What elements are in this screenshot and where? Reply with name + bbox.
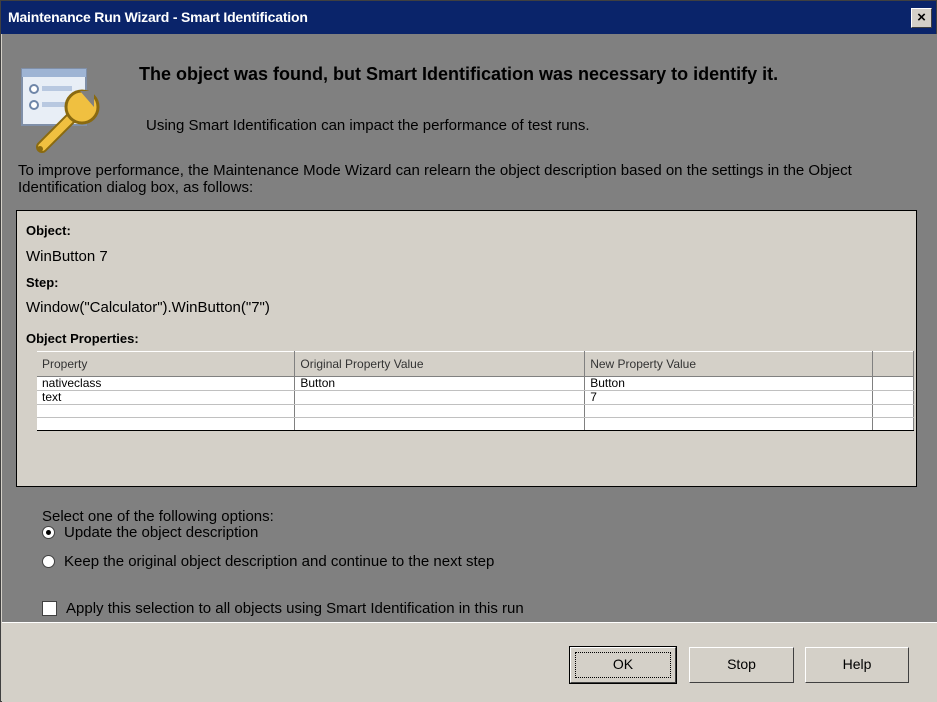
table-cell	[37, 404, 296, 418]
table-cell: text	[37, 390, 296, 405]
table-row[interactable]: text 7	[37, 390, 914, 405]
title-bar[interactable]: Maintenance Run Wizard - Smart Identific…	[1, 1, 936, 34]
table-cell	[294, 404, 586, 418]
table-cell	[294, 390, 586, 405]
table-cell: Button	[584, 376, 874, 391]
dialog-window: Maintenance Run Wizard - Smart Identific…	[0, 0, 937, 702]
object-label: Object:	[26, 223, 71, 238]
table-row[interactable]	[37, 417, 914, 431]
ok-button[interactable]: OK	[569, 646, 677, 684]
step-label: Step:	[26, 275, 59, 290]
stop-button-label: Stop	[727, 656, 756, 672]
table-cell: 7	[584, 390, 874, 405]
header-title: The object was found, but Smart Identifi…	[139, 64, 779, 84]
close-button[interactable]: ×	[911, 8, 932, 28]
apply-to-all-label[interactable]: Apply this selection to all objects usin…	[66, 600, 524, 617]
table-cell	[584, 404, 874, 418]
object-info-panel: Object: WinButton 7 Step: Window("Calcul…	[16, 210, 917, 487]
update-description-label[interactable]: Update the object description	[64, 524, 258, 541]
wrench-settings-icon	[20, 61, 116, 157]
intro-text: To improve performance, the Maintenance …	[18, 162, 852, 196]
object-properties-table[interactable]: Property Original Property Value New Pro…	[37, 351, 914, 431]
table-cell	[584, 417, 874, 431]
table-cell: nativeclass	[37, 376, 296, 391]
table-header-row: Property Original Property Value New Pro…	[37, 351, 914, 377]
apply-to-all-option[interactable]: Apply this selection to all objects usin…	[42, 600, 524, 617]
help-button[interactable]: Help	[805, 647, 909, 683]
object-value: WinButton 7	[26, 248, 108, 265]
window-title: Maintenance Run Wizard - Smart Identific…	[8, 9, 308, 25]
keep-description-label[interactable]: Keep the original object description and…	[64, 553, 494, 570]
table-cell	[872, 376, 914, 391]
update-description-option[interactable]: Update the object description	[42, 524, 258, 541]
update-description-radio[interactable]	[42, 526, 55, 539]
table-cell	[37, 417, 296, 431]
table-cell: Button	[294, 376, 586, 391]
keep-description-radio[interactable]	[42, 555, 55, 568]
keep-description-option[interactable]: Keep the original object description and…	[42, 553, 494, 570]
stop-button[interactable]: Stop	[689, 647, 794, 683]
header-subtitle: Using Smart Identification can impact th…	[146, 117, 590, 134]
column-header-new-value[interactable]: New Property Value	[584, 351, 874, 377]
table-cell	[872, 390, 914, 405]
options-prompt: Select one of the following options:	[42, 508, 274, 525]
step-value: Window("Calculator").WinButton("7")	[26, 299, 270, 316]
table-cell	[294, 417, 586, 431]
column-header-filler	[872, 351, 914, 377]
help-button-label: Help	[842, 656, 872, 672]
focus-rectangle	[575, 652, 671, 678]
column-header-property[interactable]: Property	[37, 351, 296, 377]
table-cell	[872, 417, 914, 431]
table-row[interactable]	[37, 404, 914, 418]
object-properties-label: Object Properties:	[26, 331, 139, 346]
table-row[interactable]: nativeclass Button Button	[37, 376, 914, 391]
column-header-original-value[interactable]: Original Property Value	[294, 351, 586, 377]
wizard-content: The object was found, but Smart Identifi…	[2, 34, 937, 622]
button-bar: OK Stop Help	[2, 622, 937, 702]
apply-to-all-checkbox[interactable]	[42, 601, 57, 616]
table-cell	[872, 404, 914, 418]
